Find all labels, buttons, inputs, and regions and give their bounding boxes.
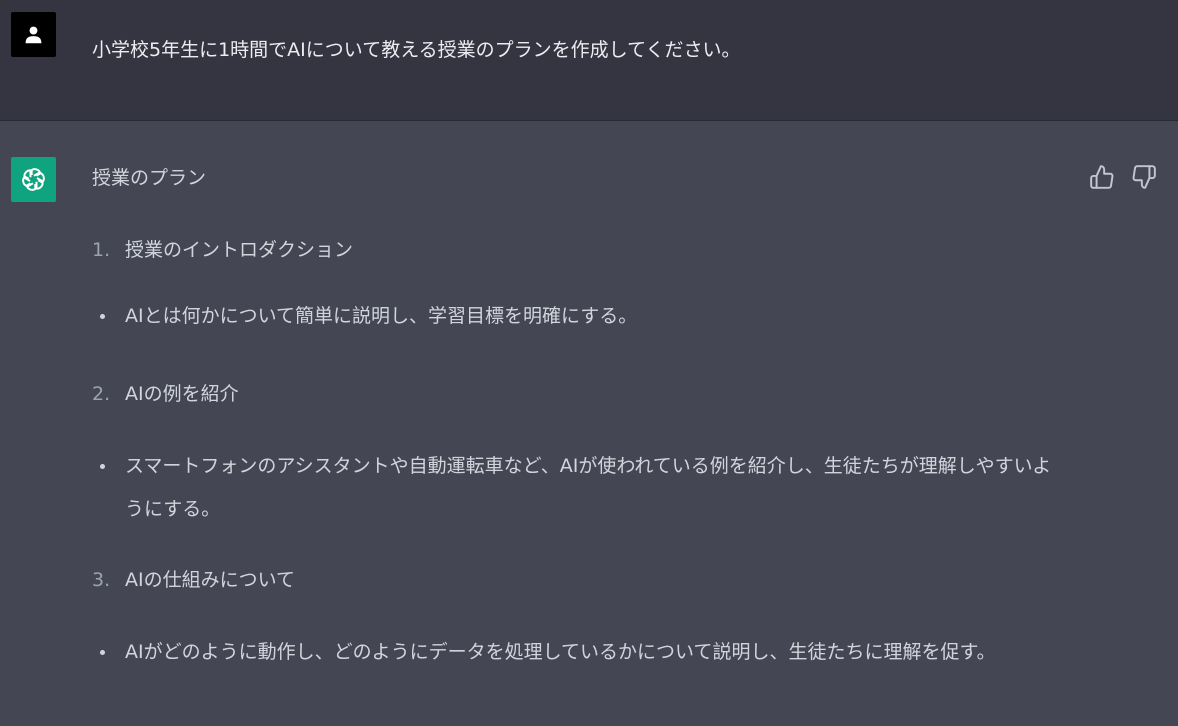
list-item-title: AIの仕組みについて (125, 569, 296, 591)
bullet-dot (100, 464, 105, 469)
list-number: 3. (92, 569, 111, 591)
assistant-message-row: 授業のプラン 1. 授業のイントロダクション AIとは何かについて簡単に説明し、… (0, 121, 1178, 726)
bullet-dot (100, 314, 105, 319)
list-item-title: AIの例を紹介 (125, 383, 239, 405)
bullet-text: スマートフォンのアシスタントや自動運転車など、AIが使われている例を紹介し、生徒… (125, 455, 1052, 520)
user-message-row: 小学校5年生に1時間でAIについて教える授業のプランを作成してください。 (0, 0, 1178, 121)
thumbs-up-icon (1090, 165, 1114, 189)
user-message-text: 小学校5年生に1時間でAIについて教える授業のプランを作成してください。 (92, 39, 741, 61)
bullet-text: AIがどのように動作し、どのようにデータを処理しているかについて説明し、生徒たち… (125, 641, 996, 663)
list-item-title: 授業のイントロダクション (125, 239, 354, 261)
thumbs-down-button[interactable] (1131, 164, 1157, 190)
bullet-text: AIとは何かについて簡単に説明し、学習目標を明確にする。 (125, 305, 638, 327)
thumbs-up-button[interactable] (1089, 164, 1115, 190)
thumbs-down-icon (1132, 165, 1156, 189)
bullet-dot (100, 650, 105, 655)
assistant-avatar (11, 157, 56, 202)
list-number: 2. (92, 383, 111, 405)
response-heading: 授業のプラン (92, 167, 207, 189)
openai-logo-icon (22, 168, 45, 191)
list-number: 1. (92, 239, 111, 261)
user-icon (25, 26, 42, 44)
user-avatar (11, 12, 56, 57)
